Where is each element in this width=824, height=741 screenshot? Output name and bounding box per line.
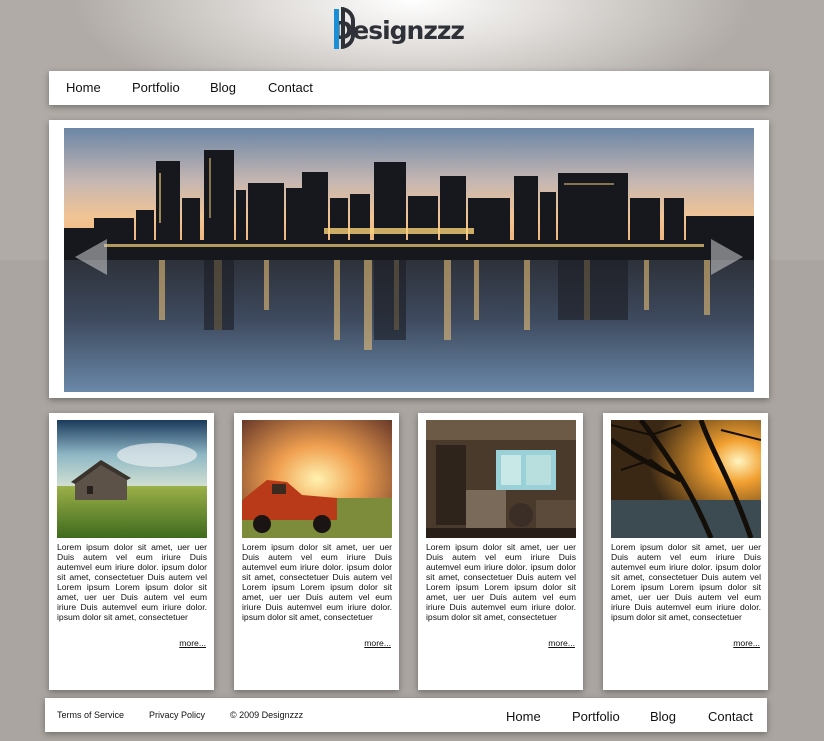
slider-next-arrow-icon[interactable]	[711, 239, 743, 275]
card-image-sunset-trees	[611, 420, 761, 538]
slider-prev-arrow-icon[interactable]	[75, 239, 107, 275]
feature-card-4: Lorem ipsum dolor sit amet, uer uer Duis…	[603, 413, 768, 690]
slider-image	[64, 128, 754, 392]
footer-nav-blog-link[interactable]: Blog	[650, 709, 676, 724]
footer-nav-portfolio-link[interactable]: Portfolio	[572, 709, 620, 724]
card-more-link[interactable]: more...	[733, 638, 760, 648]
site-footer: Terms of Service Privacy Policy © 2009 D…	[45, 698, 767, 732]
image-slider	[49, 120, 769, 398]
nav-contact-link[interactable]: Contact	[268, 80, 313, 95]
card-more-link[interactable]: more...	[548, 638, 575, 648]
card-more-link[interactable]: more...	[364, 638, 391, 648]
card-image-truck	[242, 420, 392, 538]
nav-home-link[interactable]: Home	[66, 80, 101, 95]
feature-card-1: Lorem ipsum dolor sit amet, uer uer Duis…	[49, 413, 214, 690]
main-nav: Home Portfolio Blog Contact	[49, 71, 769, 105]
footer-nav-contact-link[interactable]: Contact	[708, 709, 753, 724]
card-image-workshop	[426, 420, 576, 538]
card-text: Lorem ipsum dolor sit amet, uer uer Duis…	[426, 542, 576, 622]
footer-terms-link[interactable]: Terms of Service	[57, 710, 124, 720]
logo-d-icon	[334, 5, 355, 51]
nav-blog-link[interactable]: Blog	[210, 80, 236, 95]
feature-card-2: Lorem ipsum dolor sit amet, uer uer Duis…	[234, 413, 399, 690]
site-logo[interactable]: Designzzz	[332, 4, 465, 52]
card-text: Lorem ipsum dolor sit amet, uer uer Duis…	[242, 542, 392, 622]
footer-nav-home-link[interactable]: Home	[506, 709, 541, 724]
feature-card-3: Lorem ipsum dolor sit amet, uer uer Duis…	[418, 413, 583, 690]
footer-copyright: © 2009 Designzzz	[230, 710, 304, 720]
card-image-house	[57, 420, 207, 538]
card-more-link[interactable]: more...	[179, 638, 206, 648]
nav-portfolio-link[interactable]: Portfolio	[132, 80, 180, 95]
footer-privacy-link[interactable]: Privacy Policy	[149, 710, 205, 720]
card-text: Lorem ipsum dolor sit amet, uer uer Duis…	[57, 542, 207, 622]
card-text: Lorem ipsum dolor sit amet, uer uer Duis…	[611, 542, 761, 622]
